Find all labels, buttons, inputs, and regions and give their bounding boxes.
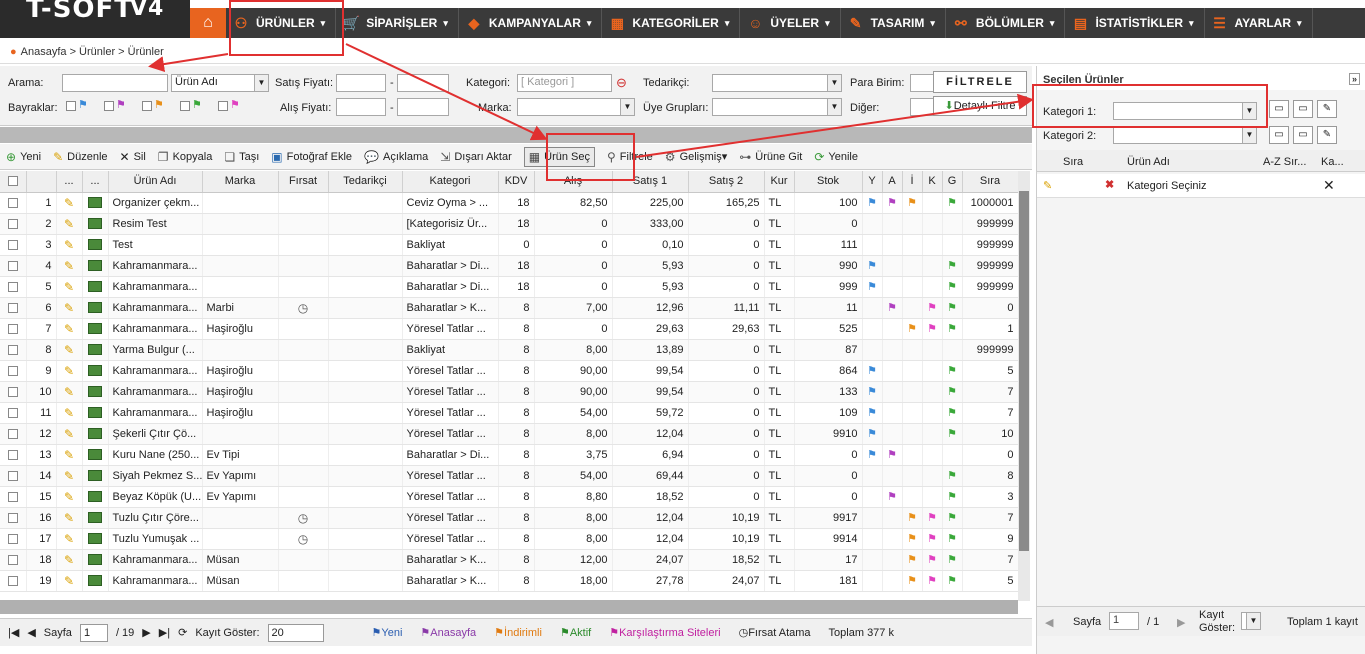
annotation-arrows <box>148 43 1034 158</box>
